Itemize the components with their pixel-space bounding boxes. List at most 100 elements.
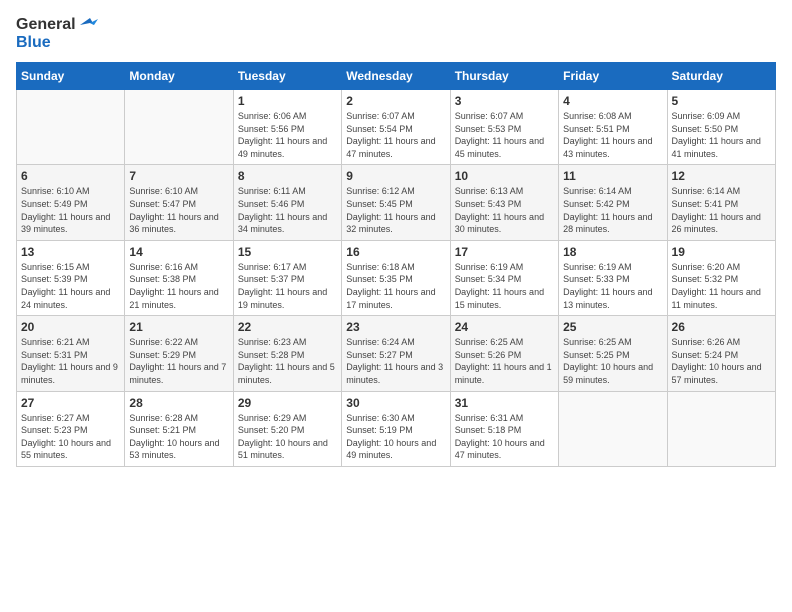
day-info: Sunrise: 6:07 AM Sunset: 5:54 PM Dayligh… [346, 110, 445, 160]
day-info: Sunrise: 6:20 AM Sunset: 5:32 PM Dayligh… [672, 261, 771, 311]
calendar-cell: 10 Sunrise: 6:13 AM Sunset: 5:43 PM Dayli… [450, 165, 558, 240]
day-info: Sunrise: 6:31 AM Sunset: 5:18 PM Dayligh… [455, 412, 554, 462]
day-number: 19 [672, 245, 771, 259]
calendar-cell: 18Sunrise: 6:19 AM Sunset: 5:33 PM Dayli… [559, 240, 667, 315]
column-header-monday: Monday [125, 63, 233, 90]
day-number: 30 [346, 396, 445, 410]
day-number: 10 [455, 169, 554, 183]
day-info: Sunrise: 6:16 AM Sunset: 5:38 PM Dayligh… [129, 261, 228, 311]
day-number: 14 [129, 245, 228, 259]
calendar-cell: 31 Sunrise: 6:31 AM Sunset: 5:18 PM Dayli… [450, 391, 558, 466]
day-info: Sunrise: 6:25 AM Sunset: 5:26 PM Dayligh… [455, 336, 554, 386]
day-info: Sunrise: 6:23 AM Sunset: 5:28 PM Dayligh… [238, 336, 337, 386]
calendar-cell: 16 Sunrise: 6:18 AM Sunset: 5:35 PM Dayli… [342, 240, 450, 315]
day-number: 8 [238, 169, 337, 183]
day-number: 4 [563, 94, 662, 108]
week-row-4: 20 Sunrise: 6:21 AM Sunset: 5:31 PM Dayli… [17, 316, 776, 391]
calendar-cell: 4 Sunrise: 6:08 AM Sunset: 5:51 PM Daylig… [559, 90, 667, 165]
week-row-2: 6 Sunrise: 6:10 AM Sunset: 5:49 PM Daylig… [17, 165, 776, 240]
day-info: Sunrise: 6:21 AM Sunset: 5:31 PM Dayligh… [21, 336, 120, 386]
calendar-cell: 14 Sunrise: 6:16 AM Sunset: 5:38 PM Dayli… [125, 240, 233, 315]
header-row: SundayMondayTuesdayWednesdayThursdayFrid… [17, 63, 776, 90]
calendar-cell: 24 Sunrise: 6:25 AM Sunset: 5:26 PM Dayli… [450, 316, 558, 391]
day-info: Sunrise: 6:10 AM Sunset: 5:47 PM Dayligh… [129, 185, 228, 235]
calendar-cell: 17 Sunrise: 6:19 AM Sunset: 5:34 PM Dayli… [450, 240, 558, 315]
day-info: Sunrise: 6:29 AM Sunset: 5:20 PM Dayligh… [238, 412, 337, 462]
day-info: Sunrise: 6:14 AM Sunset: 5:41 PM Dayligh… [672, 185, 771, 235]
day-number: 9 [346, 169, 445, 183]
calendar-cell: 9Sunrise: 6:12 AM Sunset: 5:45 PM Daylig… [342, 165, 450, 240]
day-number: 26 [672, 320, 771, 334]
day-number: 11 [563, 169, 662, 183]
day-info: Sunrise: 6:19 AM Sunset: 5:34 PM Dayligh… [455, 261, 554, 311]
day-info: Sunrise: 6:13 AM Sunset: 5:43 PM Dayligh… [455, 185, 554, 235]
day-number: 27 [21, 396, 120, 410]
calendar-cell: 15 Sunrise: 6:17 AM Sunset: 5:37 PM Dayli… [233, 240, 341, 315]
day-info: Sunrise: 6:07 AM Sunset: 5:53 PM Dayligh… [455, 110, 554, 160]
calendar-cell [125, 90, 233, 165]
week-row-3: 13 Sunrise: 6:15 AM Sunset: 5:39 PM Dayli… [17, 240, 776, 315]
calendar-cell: 28 Sunrise: 6:28 AM Sunset: 5:21 PM Dayli… [125, 391, 233, 466]
calendar-cell: 22 Sunrise: 6:23 AM Sunset: 5:28 PM Dayli… [233, 316, 341, 391]
day-number: 5 [672, 94, 771, 108]
calendar-cell: 19 Sunrise: 6:20 AM Sunset: 5:32 PM Dayli… [667, 240, 775, 315]
day-number: 3 [455, 94, 554, 108]
day-info: Sunrise: 6:28 AM Sunset: 5:21 PM Dayligh… [129, 412, 228, 462]
day-number: 31 [455, 396, 554, 410]
day-number: 13 [21, 245, 120, 259]
day-number: 25 [563, 320, 662, 334]
day-number: 6 [21, 169, 120, 183]
calendar-cell: 6 Sunrise: 6:10 AM Sunset: 5:49 PM Daylig… [17, 165, 125, 240]
calendar-cell: 27 Sunrise: 6:27 AM Sunset: 5:23 PM Dayli… [17, 391, 125, 466]
column-header-thursday: Thursday [450, 63, 558, 90]
day-number: 24 [455, 320, 554, 334]
logo: General Blue [16, 16, 98, 52]
calendar-cell: 7 Sunrise: 6:10 AM Sunset: 5:47 PM Daylig… [125, 165, 233, 240]
calendar-cell: 1Sunrise: 6:06 AM Sunset: 5:56 PM Daylig… [233, 90, 341, 165]
day-info: Sunrise: 6:27 AM Sunset: 5:23 PM Dayligh… [21, 412, 120, 462]
column-header-wednesday: Wednesday [342, 63, 450, 90]
day-info: Sunrise: 6:11 AM Sunset: 5:46 PM Dayligh… [238, 185, 337, 235]
calendar-cell: 21 Sunrise: 6:22 AM Sunset: 5:29 PM Dayli… [125, 316, 233, 391]
day-info: Sunrise: 6:22 AM Sunset: 5:29 PM Dayligh… [129, 336, 228, 386]
column-header-sunday: Sunday [17, 63, 125, 90]
day-number: 2 [346, 94, 445, 108]
week-row-1: 1Sunrise: 6:06 AM Sunset: 5:56 PM Daylig… [17, 90, 776, 165]
day-number: 20 [21, 320, 120, 334]
calendar-cell: 12 Sunrise: 6:14 AM Sunset: 5:41 PM Dayli… [667, 165, 775, 240]
day-info: Sunrise: 6:19 AM Sunset: 5:33 PM Dayligh… [563, 261, 662, 311]
calendar-cell: 23 Sunrise: 6:24 AM Sunset: 5:27 PM Dayli… [342, 316, 450, 391]
day-number: 23 [346, 320, 445, 334]
day-number: 16 [346, 245, 445, 259]
day-info: Sunrise: 6:10 AM Sunset: 5:49 PM Dayligh… [21, 185, 120, 235]
day-number: 15 [238, 245, 337, 259]
day-info: Sunrise: 6:18 AM Sunset: 5:35 PM Dayligh… [346, 261, 445, 311]
calendar-cell: 29Sunrise: 6:29 AM Sunset: 5:20 PM Dayli… [233, 391, 341, 466]
day-number: 12 [672, 169, 771, 183]
column-header-tuesday: Tuesday [233, 63, 341, 90]
day-info: Sunrise: 6:30 AM Sunset: 5:19 PM Dayligh… [346, 412, 445, 462]
day-info: Sunrise: 6:24 AM Sunset: 5:27 PM Dayligh… [346, 336, 445, 386]
day-info: Sunrise: 6:26 AM Sunset: 5:24 PM Dayligh… [672, 336, 771, 386]
calendar-cell: 8 Sunrise: 6:11 AM Sunset: 5:46 PM Daylig… [233, 165, 341, 240]
column-header-saturday: Saturday [667, 63, 775, 90]
calendar-cell: 20 Sunrise: 6:21 AM Sunset: 5:31 PM Dayli… [17, 316, 125, 391]
day-info: Sunrise: 6:17 AM Sunset: 5:37 PM Dayligh… [238, 261, 337, 311]
day-number: 22 [238, 320, 337, 334]
day-number: 1 [238, 94, 337, 108]
day-number: 28 [129, 396, 228, 410]
day-info: Sunrise: 6:25 AM Sunset: 5:25 PM Dayligh… [563, 336, 662, 386]
calendar-cell: 13 Sunrise: 6:15 AM Sunset: 5:39 PM Dayli… [17, 240, 125, 315]
logo-bird-icon [76, 16, 98, 34]
calendar-cell: 2 Sunrise: 6:07 AM Sunset: 5:54 PM Daylig… [342, 90, 450, 165]
day-number: 17 [455, 245, 554, 259]
day-info: Sunrise: 6:14 AM Sunset: 5:42 PM Dayligh… [563, 185, 662, 235]
calendar-table: SundayMondayTuesdayWednesdayThursdayFrid… [16, 62, 776, 467]
day-info: Sunrise: 6:15 AM Sunset: 5:39 PM Dayligh… [21, 261, 120, 311]
calendar-cell: 26 Sunrise: 6:26 AM Sunset: 5:24 PM Dayli… [667, 316, 775, 391]
day-number: 21 [129, 320, 228, 334]
day-info: Sunrise: 6:08 AM Sunset: 5:51 PM Dayligh… [563, 110, 662, 160]
day-number: 7 [129, 169, 228, 183]
calendar-cell: 3 Sunrise: 6:07 AM Sunset: 5:53 PM Daylig… [450, 90, 558, 165]
calendar-cell: 30 Sunrise: 6:30 AM Sunset: 5:19 PM Dayli… [342, 391, 450, 466]
